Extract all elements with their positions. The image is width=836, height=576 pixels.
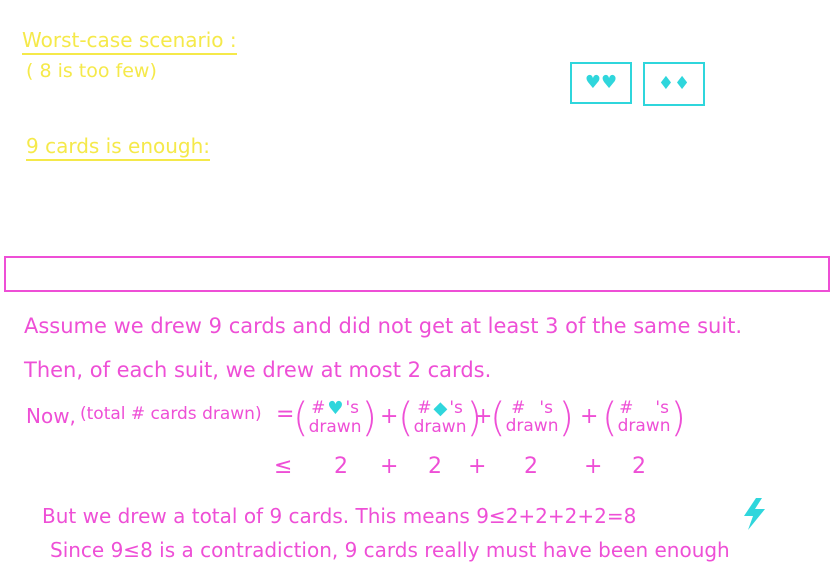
card-diamonds: ♦♦ [643, 62, 705, 106]
drawn-label: drawn [505, 416, 559, 436]
drawn-label: drawn [617, 416, 671, 436]
now-label: Now, [26, 404, 76, 428]
proof-line-then: Then, of each suit, we drew at most 2 ca… [24, 358, 492, 382]
term-spades: ( # 's drawn ) [602, 398, 686, 438]
hash-symbol: # [311, 398, 326, 419]
diamond-icon: ◆ [433, 397, 448, 419]
plus-sign: + [380, 404, 399, 429]
right-paren: ) [361, 395, 378, 441]
worst-case-title: Worst-case scenario : [22, 28, 237, 55]
divider-bar [4, 256, 830, 292]
drawn-label: drawn [413, 416, 467, 437]
left-paren: ( [398, 395, 414, 441]
leq-sign: ≤ [274, 454, 293, 479]
equals-sign: = [276, 402, 295, 427]
bound-plus: + [380, 454, 399, 479]
apostrophe-s: 's [345, 398, 360, 419]
term-diamonds: ( # ◆ 's drawn ) [398, 398, 482, 438]
card-hearts: ♥♥ [570, 62, 632, 104]
proof-line-contradiction: Since 9≤8 is a contradiction, 9 cards re… [50, 538, 730, 562]
bound-value: 2 [524, 454, 538, 479]
diamonds-icon: ♦♦ [657, 73, 691, 94]
apostrophe-s: 's [449, 398, 463, 419]
lightning-contradiction-icon [744, 498, 765, 530]
right-paren: ) [670, 395, 687, 441]
bound-value: 2 [428, 454, 442, 479]
right-paren: ) [558, 395, 575, 441]
hearts-icon: ♥♥ [584, 72, 618, 93]
left-paren: ( [490, 395, 506, 441]
bound-value: 2 [632, 454, 646, 479]
drawn-label: drawn [308, 416, 362, 437]
left-paren: ( [293, 395, 309, 441]
left-paren: ( [602, 395, 618, 441]
plus-sign: + [580, 404, 599, 429]
term-hearts: ( # ♥ 's drawn ) [293, 398, 377, 438]
proof-line-total: But we drew a total of 9 cards. This mea… [42, 504, 637, 528]
proof-line-assume: Assume we drew 9 cards and did not get a… [24, 314, 743, 338]
bound-value: 2 [334, 454, 348, 479]
total-cards-label: (total # cards drawn) [80, 404, 262, 424]
worst-case-subtitle: ( 8 is too few) [26, 60, 157, 82]
bound-plus: + [468, 454, 487, 479]
enough-title: 9 cards is enough: [26, 134, 211, 161]
heart-icon: ♥ [327, 397, 344, 419]
bound-plus: + [584, 454, 603, 479]
hash-symbol: # [417, 398, 432, 419]
term-clubs: ( # 's drawn ) [490, 398, 574, 438]
